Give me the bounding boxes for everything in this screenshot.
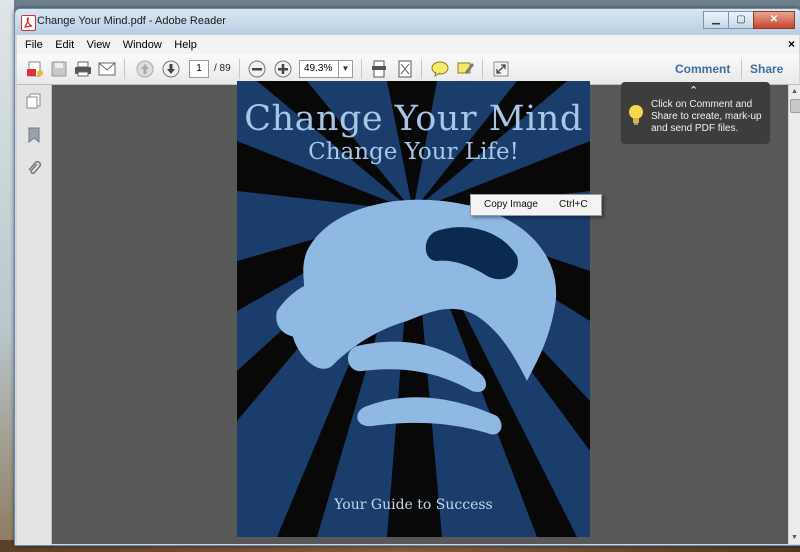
share-tooltip: ⌃ Click on Comment and Share to create, … — [621, 82, 770, 144]
window-title: Change Your Mind.pdf - Adobe Reader — [37, 15, 226, 27]
menu-window[interactable]: Window — [123, 36, 162, 55]
menu-edit[interactable]: Edit — [55, 36, 74, 55]
desktop-background — [0, 0, 14, 552]
page-number-input[interactable]: 1 — [189, 60, 209, 78]
bookmark-icon[interactable] — [26, 127, 42, 144]
lightbulb-icon — [628, 104, 644, 131]
print-icon[interactable] — [73, 59, 93, 79]
menu-help[interactable]: Help — [174, 36, 197, 55]
menu-bar: File Edit View Window Help × — [17, 35, 799, 55]
zoom-field[interactable]: 49.3% ▼ — [299, 60, 353, 78]
highlight-icon[interactable] — [456, 59, 476, 79]
cover-footer: Your Guide to Success — [334, 497, 493, 513]
save-icon[interactable] — [49, 59, 69, 79]
tooltip-text: Click on Comment and Share to create, ma… — [651, 99, 762, 134]
zoom-value[interactable]: 49.3% — [304, 63, 332, 74]
share-panel-button[interactable]: Share — [750, 62, 783, 76]
menu-file[interactable]: File — [25, 36, 43, 55]
scroll-up-icon[interactable]: ▲ — [791, 88, 798, 95]
cover-subtitle: Change Your Life! — [308, 139, 519, 165]
minimize-button[interactable]: ▁ — [703, 11, 729, 29]
scroll-thumb[interactable] — [790, 99, 800, 113]
close-button[interactable]: ✕ — [753, 11, 795, 29]
fullscreen-icon[interactable] — [491, 59, 511, 79]
fit-page-icon[interactable] — [395, 59, 415, 79]
email-icon[interactable] — [97, 59, 117, 79]
zoom-dropdown-icon[interactable]: ▼ — [338, 61, 352, 77]
title-bar[interactable]: Change Your Mind.pdf - Adobe Reader ▁ ▢ … — [15, 9, 800, 35]
adobe-reader-icon — [21, 15, 36, 31]
copy-image-shortcut: Ctrl+C — [559, 199, 588, 210]
next-page-icon[interactable] — [161, 59, 181, 79]
vertical-scrollbar[interactable]: ▲ ▼ — [788, 85, 800, 544]
copy-image-menu-item[interactable]: Copy Image — [484, 199, 538, 210]
pages-icon[interactable] — [26, 93, 42, 109]
cover-title: Change Your Mind — [244, 99, 583, 139]
context-menu: Copy Image Ctrl+C — [470, 194, 602, 216]
create-pdf-icon[interactable] — [25, 59, 45, 79]
scroll-down-icon[interactable]: ▼ — [791, 534, 798, 541]
prev-page-icon[interactable] — [135, 59, 155, 79]
page-total: / 89 — [214, 63, 231, 74]
menu-view[interactable]: View — [87, 36, 111, 55]
navigation-pane — [17, 85, 52, 545]
comment-panel-button[interactable]: Comment — [675, 62, 730, 76]
zoom-in-icon[interactable] — [273, 59, 293, 79]
pdf-page-cover: Change Your Mind Change Your Life! Your … — [237, 81, 590, 537]
zoom-out-icon[interactable] — [247, 59, 267, 79]
attachment-icon[interactable] — [26, 160, 42, 176]
fit-width-icon[interactable] — [369, 59, 389, 79]
close-document-button[interactable]: × — [788, 37, 795, 51]
collapse-tip-icon[interactable]: ⌃ — [689, 84, 698, 97]
comment-bubble-icon[interactable] — [430, 59, 450, 79]
maximize-button[interactable]: ▢ — [728, 11, 754, 29]
